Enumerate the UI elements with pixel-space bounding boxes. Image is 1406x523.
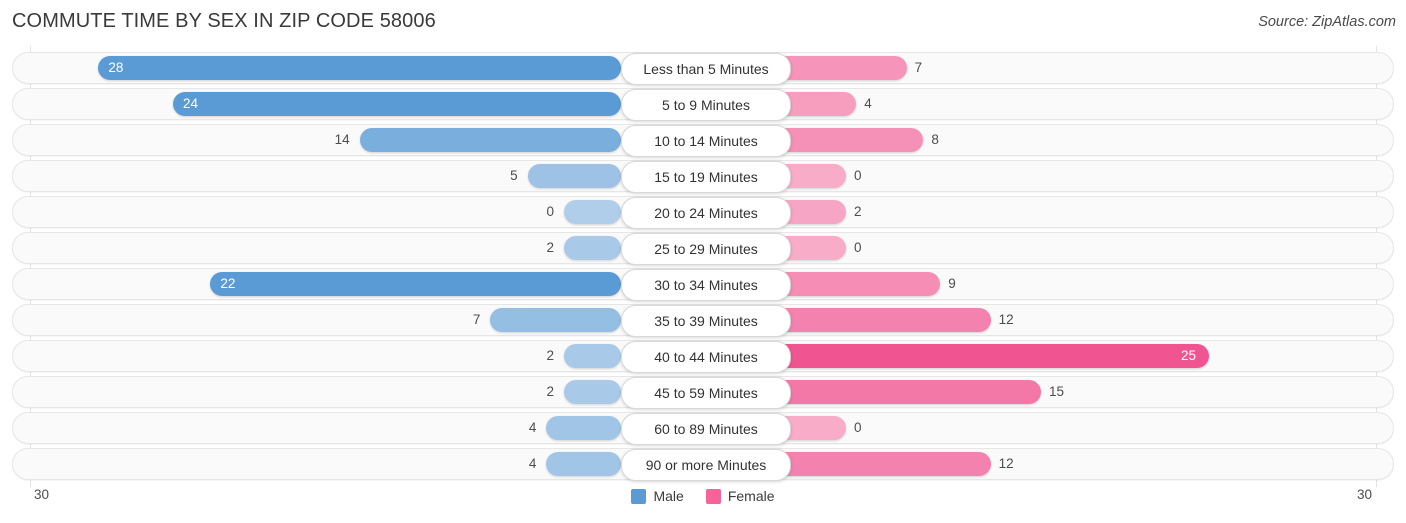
table-row: 7 12 35 to 39 Minutes [12,304,1394,337]
page-title: COMMUTE TIME BY SEX IN ZIP CODE 58006 [12,10,436,32]
bar-male [359,128,621,152]
legend-item-male[interactable]: Male [631,488,684,504]
bar-value-female: 0 [854,168,862,183]
legend-label-female: Female [727,488,775,504]
bar-value-male: 7 [472,312,481,327]
bar-value-male: 5 [510,168,518,183]
chart-legend: Male Female [0,488,1406,504]
bar-value-female: 8 [931,132,939,147]
bar-value-male: 2 [546,384,554,399]
bar-female [765,452,991,476]
legend-swatch-male-icon [631,488,647,504]
bar-value-male: 2 [546,348,554,363]
category-label-pill: 35 to 39 Minutes [621,305,791,337]
category-label-pill: 40 to 44 Minutes [621,341,791,373]
bar-value-male: 14 [334,132,350,147]
bar-value-male: 22 [220,276,236,291]
bar-male [490,308,621,332]
legend-swatch-female-icon [705,488,721,504]
bar-male [546,416,621,440]
legend-label-male: Male [653,488,684,504]
bar-male [98,56,621,80]
bar-value-male: 4 [528,420,537,435]
bar-value-female: 7 [914,60,923,75]
category-label-pill: 60 to 89 Minutes [621,413,791,445]
bar-male [564,236,621,260]
chart-header: COMMUTE TIME BY SEX IN ZIP CODE 58006 So… [0,0,1406,46]
category-label-pill: 90 or more Minutes [621,449,791,481]
legend-item-female[interactable]: Female [705,488,775,504]
category-label-pill: 45 to 59 Minutes [621,377,791,409]
bar-value-male: 0 [546,204,554,219]
bar-value-female: 25 [1181,348,1197,363]
category-label-pill: 15 to 19 Minutes [621,161,791,193]
category-label-pill: 5 to 9 Minutes [621,89,791,121]
chart-plot-area: 28 7 Less than 5 Minutes 24 4 5 to 9 Minutes 1… [0,46,1406,487]
bar-value-female: 2 [854,204,862,219]
table-row: 4 12 90 or more Minutes [12,448,1394,481]
source-attribution: Source: ZipAtlas.com [1258,14,1396,30]
bar-value-female: 0 [854,240,862,255]
bar-value-female: 0 [854,420,862,435]
bar-male [173,92,621,116]
table-row: 2 0 25 to 29 Minutes [12,232,1394,265]
bar-value-male: 4 [528,456,537,471]
category-label-pill: 30 to 34 Minutes [621,269,791,301]
bar-male [546,452,621,476]
table-row: 22 9 30 to 34 Minutes [12,268,1394,301]
bar-male [527,164,621,188]
bar-male [564,200,621,224]
bar-female [765,272,941,296]
table-row: 0 2 20 to 24 Minutes [12,196,1394,229]
category-label-pill: 20 to 24 Minutes [621,197,791,229]
category-label-pill: 10 to 14 Minutes [621,125,791,157]
table-row: 4 0 60 to 89 Minutes [12,412,1394,445]
table-row: 28 7 Less than 5 Minutes [12,52,1394,85]
table-row: 2 15 45 to 59 Minutes [12,376,1394,409]
table-row: 14 8 10 to 14 Minutes [12,124,1394,157]
bar-value-female: 12 [998,312,1014,327]
bar-value-female: 12 [998,456,1014,471]
bar-value-male: 24 [183,96,199,111]
bar-value-male: 28 [108,60,124,75]
bar-value-male: 2 [546,240,554,255]
bar-male [210,272,621,296]
bar-value-female: 4 [864,96,872,111]
bar-female [765,344,1209,368]
table-row: 2 25 40 to 44 Minutes [12,340,1394,373]
category-label-pill: Less than 5 Minutes [621,53,791,85]
bar-male [564,344,621,368]
bar-female [765,380,1041,404]
table-row: 5 0 15 to 19 Minutes [12,160,1394,193]
bar-value-female: 9 [948,276,956,291]
chart-footer: 30 30 Male Female [0,483,1406,523]
category-label-pill: 25 to 29 Minutes [621,233,791,265]
table-row: 24 4 5 to 9 Minutes [12,88,1394,121]
bar-female [765,308,991,332]
bar-value-female: 15 [1049,384,1065,399]
bar-male [564,380,621,404]
